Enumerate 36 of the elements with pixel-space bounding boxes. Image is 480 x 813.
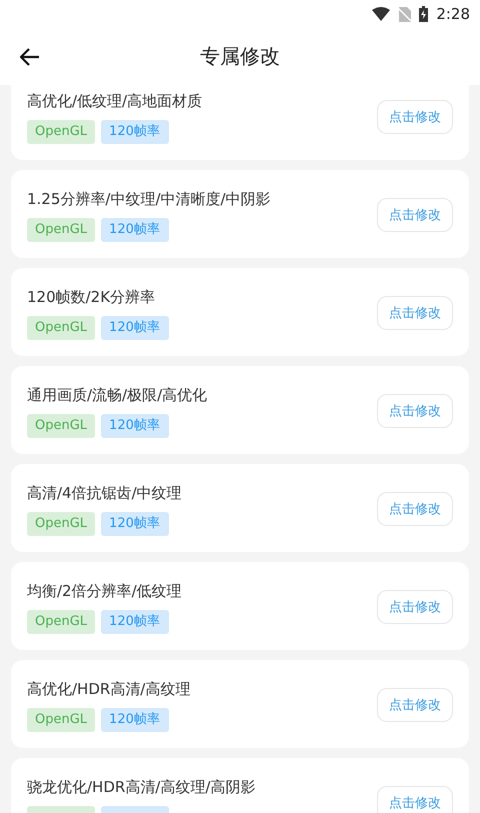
modify-button[interactable]: 点击修改 — [377, 100, 453, 134]
preset-title: 均衡/2倍分辨率/低纹理 — [27, 581, 182, 602]
modify-button[interactable]: 点击修改 — [377, 296, 453, 330]
preset-title: 高优化/低纹理/高地面材质 — [27, 91, 202, 112]
tag: 120帧率 — [101, 120, 170, 144]
preset-title: 骁龙优化/HDR高清/高纹理/高阴影 — [27, 777, 256, 798]
status-time: 2:28 — [436, 5, 470, 23]
no-sim-icon — [398, 6, 412, 22]
tag: 120帧率 — [101, 610, 170, 634]
preset-title: 高优化/HDR高清/高纹理 — [27, 679, 190, 700]
preset-title: 120帧数/2K分辨率 — [27, 287, 156, 308]
tag: OpenGL — [27, 218, 96, 242]
modify-button[interactable]: 点击修改 — [377, 786, 453, 813]
modify-button[interactable]: 点击修改 — [377, 492, 453, 526]
tag: 120帧率 — [101, 218, 170, 242]
wifi-icon — [372, 7, 390, 21]
modify-button[interactable]: 点击修改 — [377, 688, 453, 722]
tag: 120帧率 — [101, 708, 170, 732]
tag: OpenGL — [27, 610, 96, 634]
tag: OpenGL — [27, 708, 96, 732]
tag: OpenGL — [27, 512, 96, 536]
battery-charging-icon — [419, 6, 428, 22]
page-title: 专属修改 — [200, 43, 280, 70]
tag: 120帧率 — [101, 512, 170, 536]
tag: OpenGL — [27, 120, 96, 144]
preset-title: 通用画质/流畅/极限/高优化 — [27, 385, 208, 406]
tag: OpenGL — [27, 414, 96, 438]
modify-button[interactable]: 点击修改 — [377, 590, 453, 624]
tag: OpenGL — [27, 316, 96, 340]
modify-button[interactable]: 点击修改 — [377, 198, 453, 232]
modify-button[interactable]: 点击修改 — [377, 394, 453, 428]
back-arrow-icon — [20, 48, 40, 66]
preset-title: 高清/4倍抗锯齿/中纹理 — [27, 483, 182, 504]
tag: 120帧率 — [101, 414, 170, 438]
preset-title: 1.25分辨率/中纹理/中清晰度/中阴影 — [27, 189, 271, 210]
tag: 120帧率 — [101, 316, 170, 340]
